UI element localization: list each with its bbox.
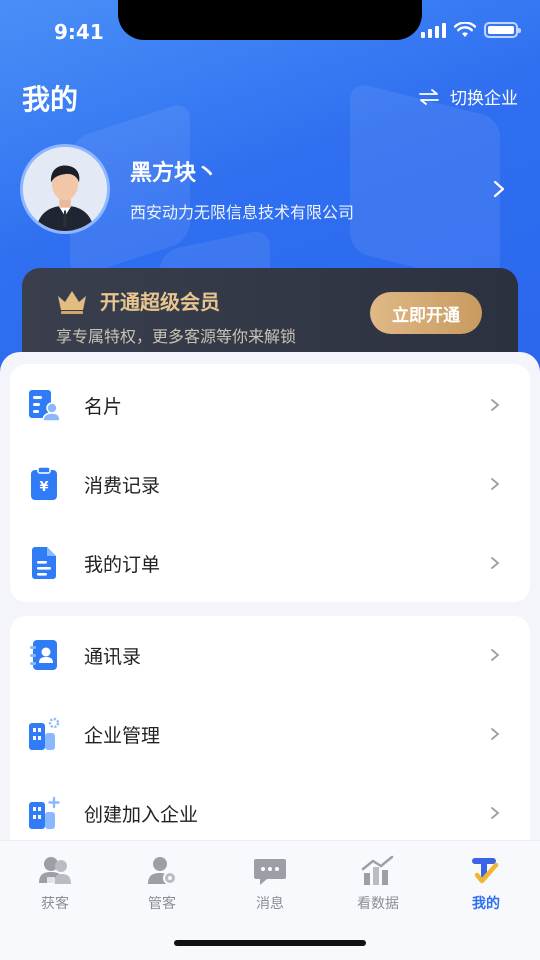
menu-label: 通讯录 <box>84 645 142 668</box>
profile-company: 西安动力无限信息技术有限公司 <box>130 203 355 222</box>
tab-label: 消息 <box>256 896 284 912</box>
device-notch <box>118 0 422 40</box>
chevron-right-icon <box>491 478 500 490</box>
tab-manage-customers[interactable]: 管客 <box>117 855 207 913</box>
tab-label: 我的 <box>472 896 500 912</box>
chevron-right-icon <box>491 807 500 819</box>
chevron-right-icon <box>491 557 500 569</box>
chart-icon <box>361 855 394 885</box>
vip-title: 开通超级会员 <box>100 290 220 314</box>
chevron-right-icon <box>491 649 500 661</box>
person-avatar-icon <box>23 147 107 231</box>
activate-vip-button[interactable]: 立即开通 <box>370 292 482 334</box>
menu-item-enterprise-management[interactable]: 企业管理 <box>10 695 530 773</box>
profile-name: 黑方块丶 <box>130 161 219 186</box>
building-settings-icon <box>29 717 60 750</box>
crown-icon <box>58 290 86 314</box>
switch-company-label: 切换企业 <box>450 89 518 109</box>
menu-item-my-orders[interactable]: 我的订单 <box>10 524 530 602</box>
tab-acquire[interactable]: 获客 <box>10 855 100 913</box>
signal-icon <box>421 22 446 38</box>
chevron-right-icon <box>491 728 500 740</box>
menu-item-contacts[interactable]: 通讯录 <box>10 616 530 694</box>
contacts-icon <box>30 640 57 670</box>
receipt-icon: ¥ <box>31 467 57 500</box>
menu-item-business-card[interactable]: 名片 <box>10 366 530 444</box>
menu-label: 名片 <box>84 395 123 418</box>
home-indicator <box>174 940 366 946</box>
users-icon <box>39 857 71 884</box>
tab-me[interactable]: 我的 <box>441 855 531 913</box>
tab-label: 看数据 <box>357 896 399 912</box>
user-manage-icon <box>148 857 177 885</box>
battery-icon <box>484 22 521 38</box>
tab-label: 管客 <box>148 896 176 912</box>
status-icons <box>421 22 521 38</box>
menu-label: 我的订单 <box>84 553 161 576</box>
menu-card: 名片 ¥ 消费记录 我的订单 <box>10 364 530 602</box>
building-add-icon <box>29 796 60 829</box>
menu-card: 通讯录 企业管理 创建加入企业 <box>10 616 530 866</box>
chevron-right-icon <box>491 399 500 411</box>
business-card-icon <box>29 390 60 422</box>
menu-label: 消费记录 <box>84 474 161 497</box>
menu-label: 企业管理 <box>84 724 161 747</box>
menu-label: 创建加入企业 <box>84 803 199 826</box>
profile-card[interactable]: 黑方块丶 西安动力无限信息技术有限公司 <box>20 144 520 234</box>
tab-data[interactable]: 看数据 <box>333 855 423 913</box>
switch-company-button[interactable]: 切换企业 <box>418 84 518 109</box>
menu-item-consumption-records[interactable]: ¥ 消费记录 <box>10 445 530 523</box>
tab-messages[interactable]: 消息 <box>225 855 315 913</box>
chevron-right-icon[interactable] <box>492 179 506 199</box>
svg-text:¥: ¥ <box>39 480 48 495</box>
status-time: 9:41 <box>54 20 104 44</box>
page-title: 我的 <box>22 83 79 116</box>
wifi-icon <box>454 22 476 37</box>
tab-label: 获客 <box>41 896 69 912</box>
avatar[interactable] <box>20 144 110 234</box>
message-icon <box>254 859 286 885</box>
me-icon <box>472 858 499 884</box>
document-icon <box>32 547 56 579</box>
swap-icon <box>419 88 439 105</box>
